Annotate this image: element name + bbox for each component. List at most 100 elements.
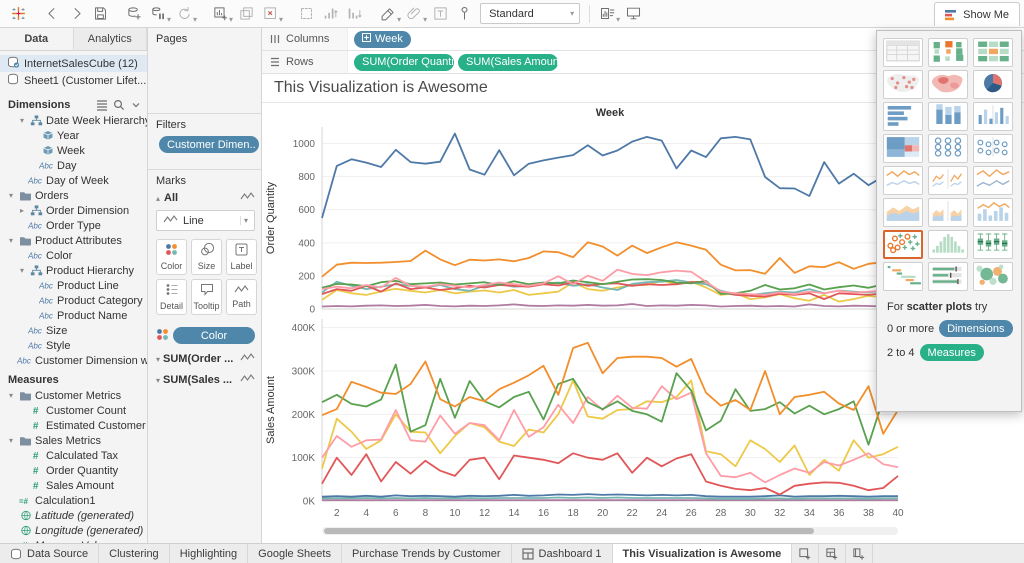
dimension-item[interactable]: Week: [0, 143, 147, 158]
forward-arrow-icon[interactable]: [64, 2, 88, 24]
showme-scatter-plot[interactable]: [883, 230, 923, 259]
sort-descending-icon[interactable]: [342, 2, 366, 24]
marks-button-size[interactable]: Size: [191, 239, 222, 275]
back-arrow-icon[interactable]: [40, 2, 64, 24]
showme-heat-map[interactable]: [928, 38, 968, 67]
sheet-tab-data-source[interactable]: Data Source: [0, 544, 99, 563]
filter-pill-customer-dimension[interactable]: Customer Dimen..: [159, 136, 259, 153]
tableau-logo-icon[interactable]: [6, 2, 30, 24]
dimension-item[interactable]: AbcStyle: [0, 338, 147, 353]
marks-button-detail[interactable]: Detail: [156, 279, 187, 315]
dimension-item[interactable]: ▾Orders: [0, 188, 147, 203]
chevron-down-icon[interactable]: ▾: [193, 15, 197, 24]
marks-button-label[interactable]: Label: [226, 239, 257, 275]
showme-bullet-graph[interactable]: [928, 262, 968, 291]
filters-card[interactable]: Filters Customer Dimen..: [148, 114, 261, 170]
collapse-icon[interactable]: ▾: [6, 236, 16, 245]
sheet-tab-highlighting[interactable]: Highlighting: [170, 544, 248, 563]
dimension-item[interactable]: Year: [0, 128, 147, 143]
showme-circle-views[interactable]: [928, 134, 968, 163]
presentation-mode-icon[interactable]: [621, 2, 645, 24]
dimension-item[interactable]: AbcColor: [0, 248, 147, 263]
collapse-icon[interactable]: ▾: [6, 391, 16, 400]
measure-item[interactable]: #Estimated Customer ...: [0, 418, 147, 433]
collapse-icon[interactable]: ▾: [6, 436, 16, 445]
showme-box-and-whisker[interactable]: [973, 230, 1013, 259]
showme-histogram[interactable]: [928, 230, 968, 259]
showme-packed-bubbles[interactable]: [973, 262, 1013, 291]
search-icon[interactable]: [113, 99, 125, 111]
dimension-item[interactable]: AbcSize: [0, 323, 147, 338]
view-as-grid-icon[interactable]: [96, 99, 108, 111]
pages-card[interactable]: Pages: [148, 28, 261, 114]
duplicate-sheet-icon[interactable]: [234, 2, 258, 24]
showme-discrete-area[interactable]: [928, 198, 968, 227]
sales-amount-chart[interactable]: 0K100K200K300K400K2468101214161820222426…: [262, 315, 910, 525]
measure-item[interactable]: #Calculated Tax: [0, 448, 147, 463]
chevron-down-icon[interactable]: ▾: [229, 15, 233, 24]
datasource-item[interactable]: Sheet1 (Customer Lifet...: [0, 72, 147, 89]
collapse-icon[interactable]: ▾: [17, 266, 27, 275]
group-members-icon[interactable]: [294, 2, 318, 24]
new-story-button[interactable]: [846, 544, 873, 563]
measure-item[interactable]: #Customer Count: [0, 403, 147, 418]
pill-week[interactable]: Week: [354, 31, 411, 48]
chevron-down-icon[interactable]: ▾: [616, 15, 620, 24]
pill-sum-sales-amount-[interactable]: SUM(Sales Amount): [458, 54, 558, 71]
marks-measure-row[interactable]: ▾SUM(Sales ...: [156, 374, 255, 386]
series-line-teal[interactable]: [322, 498, 898, 499]
dimension-item[interactable]: AbcDay: [0, 158, 147, 173]
dimension-item[interactable]: AbcProduct Line: [0, 278, 147, 293]
dimension-item[interactable]: AbcProduct Category: [0, 293, 147, 308]
show-me-button[interactable]: Show Me: [934, 2, 1020, 26]
series-line-blue[interactable]: [322, 134, 898, 218]
marks-measure-row[interactable]: ▾SUM(Order ...: [156, 353, 255, 365]
measure-item[interactable]: Longitude (generated): [0, 523, 147, 538]
fit-select[interactable]: Standard ▾: [480, 3, 580, 24]
chevron-down-icon[interactable]: ▾: [156, 376, 160, 385]
measure-item[interactable]: #Order Quantity: [0, 463, 147, 478]
showme-pie-chart[interactable]: [973, 70, 1013, 99]
showme-dual-combination[interactable]: [973, 198, 1013, 227]
tab-analytics[interactable]: Analytics: [74, 28, 148, 50]
sheet-tab-this-visualization-is-awesome[interactable]: This Visualization is Awesome: [613, 544, 793, 563]
series-line-orange[interactable]: [322, 242, 898, 276]
series-line-purple[interactable]: [322, 304, 898, 307]
color-pill[interactable]: Color: [173, 327, 255, 344]
measure-item[interactable]: ▾Sales Metrics: [0, 433, 147, 448]
series-line-blue[interactable]: [322, 494, 898, 497]
marks-button-path[interactable]: Path: [226, 279, 257, 315]
showme-symbol-map[interactable]: [883, 70, 923, 99]
new-dashboard-button[interactable]: [819, 544, 846, 563]
dimension-item[interactable]: ▸Order Dimension: [0, 203, 147, 218]
order-quantity-chart[interactable]: 02004006008001000Order Quantity: [262, 119, 910, 315]
expand-icon[interactable]: ▸: [17, 206, 27, 215]
measure-item[interactable]: ▾Customer Metrics: [0, 388, 147, 403]
sheet-tab-clustering[interactable]: Clustering: [99, 544, 170, 563]
marks-button-tooltip[interactable]: Tooltip: [191, 279, 222, 315]
dimension-item[interactable]: AbcOrder Type: [0, 218, 147, 233]
dimension-item[interactable]: AbcCustomer Dimension wi...: [0, 353, 147, 368]
sheet-tab-dashboard-1[interactable]: Dashboard 1: [512, 544, 613, 563]
dimension-item[interactable]: ▾Product Hierarchy: [0, 263, 147, 278]
text-label-icon[interactable]: [428, 2, 452, 24]
scrollbar-thumb[interactable]: [324, 528, 814, 534]
dimension-item[interactable]: AbcProduct Name: [0, 308, 147, 323]
showme-highlight-table[interactable]: [973, 38, 1013, 67]
dimension-item[interactable]: ▾Product Attributes: [0, 233, 147, 248]
showme-treemap[interactable]: [883, 134, 923, 163]
chevron-down-icon[interactable]: ▾: [167, 15, 171, 24]
pill-sum-order-quantity-[interactable]: SUM(Order Quantity): [354, 54, 454, 71]
chevron-down-icon[interactable]: ▾: [397, 15, 401, 24]
showme-side-by-side-circles[interactable]: [973, 134, 1013, 163]
chevron-down-icon[interactable]: ▾: [423, 15, 427, 24]
showme-side-by-side-bars[interactable]: [973, 102, 1013, 131]
marks-all-row[interactable]: ▴ All: [156, 192, 255, 204]
measure-item[interactable]: Latitude (generated): [0, 508, 147, 523]
horizontal-scrollbar[interactable]: [322, 527, 898, 535]
tab-data[interactable]: Data: [0, 28, 74, 50]
measure-item[interactable]: =#Calculation1: [0, 493, 147, 508]
mark-type-dropdown[interactable]: Line ▾: [156, 210, 255, 231]
showme-text-table[interactable]: [883, 38, 923, 67]
showme-stacked-bars[interactable]: [928, 102, 968, 131]
